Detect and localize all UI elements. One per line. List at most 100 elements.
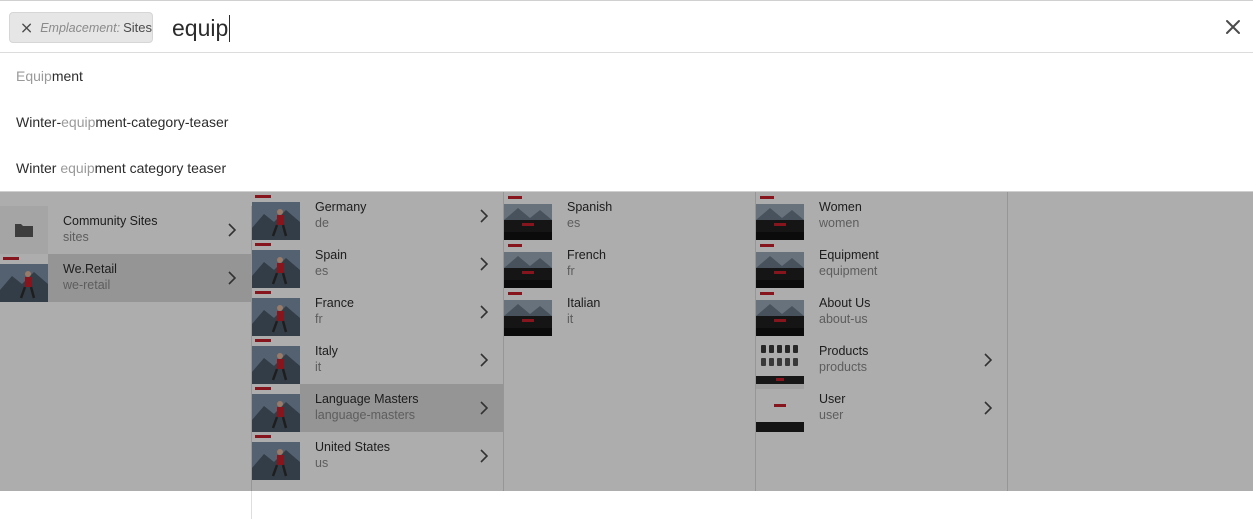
- item-name: es: [315, 264, 329, 278]
- item-name: sites: [63, 230, 89, 244]
- location-filter-tag[interactable]: Emplacement: Sites: [9, 12, 153, 43]
- page-thumbnail: [252, 192, 300, 240]
- column-item-user[interactable]: User user: [756, 384, 1007, 432]
- page-thumbnail: [504, 288, 552, 336]
- item-title: Equipment: [819, 248, 879, 262]
- item-name: it: [567, 312, 574, 326]
- page-thumbnail: [756, 240, 804, 288]
- chevron-right-icon[interactable]: [228, 271, 236, 285]
- close-search-icon[interactable]: [1225, 19, 1241, 35]
- column-item-sites[interactable]: Community Sites sites: [0, 206, 251, 254]
- page-thumbnail: [756, 336, 804, 384]
- column-language-masters: Spanish es French fr Italian it: [504, 178, 756, 491]
- remove-tag-icon[interactable]: [21, 22, 32, 34]
- column-empty: [1008, 178, 1253, 491]
- suggestion-rest: ment-category-teaser: [95, 114, 229, 130]
- item-title: We.Retail: [63, 262, 117, 276]
- item-name: women: [819, 216, 860, 230]
- page-thumbnail: [0, 254, 48, 302]
- item-name: equipment: [819, 264, 878, 278]
- item-name: fr: [567, 264, 575, 278]
- item-name: de: [315, 216, 329, 230]
- chevron-right-icon[interactable]: [984, 401, 992, 415]
- item-title: Italy: [315, 344, 338, 358]
- item-title: Italian: [567, 296, 601, 310]
- column-item-us[interactable]: United States us: [252, 432, 503, 480]
- item-name: us: [315, 456, 329, 470]
- page-thumbnail: [252, 384, 300, 432]
- page-thumbnail: [252, 240, 300, 288]
- column-item-fr[interactable]: France fr: [252, 288, 503, 336]
- chevron-right-icon[interactable]: [480, 353, 488, 367]
- column-item-equipment[interactable]: Equipment equipment: [756, 240, 1007, 288]
- suggestion-item[interactable]: Winter-equipment-category-teaser: [0, 99, 1253, 145]
- filter-tag-key: Emplacement:: [40, 20, 121, 35]
- suggestions-list: Equipment Winter-equipment-category-teas…: [0, 53, 1253, 192]
- item-title: France: [315, 296, 354, 310]
- item-name: language-masters: [315, 408, 416, 422]
- item-title: Language Masters: [315, 392, 419, 406]
- page-thumbnail: [504, 240, 552, 288]
- chevron-right-icon[interactable]: [984, 353, 992, 367]
- item-title: About Us: [819, 296, 871, 310]
- item-title: Products: [819, 344, 869, 358]
- search-query-text: equip: [172, 15, 229, 41]
- suggestion-prefix: Winter: [16, 160, 61, 176]
- column-we-retail: Germany de Spain es France fr Italy it Language …: [252, 178, 504, 491]
- item-name: about-us: [819, 312, 868, 326]
- page-thumbnail: [756, 192, 804, 240]
- suggestion-rest: ment category teaser: [94, 160, 227, 176]
- page-thumbnail: [504, 192, 552, 240]
- suggestion-item[interactable]: Equipment: [0, 53, 1253, 99]
- chevron-right-icon[interactable]: [480, 449, 488, 463]
- item-title: Spanish: [567, 200, 613, 214]
- chevron-right-icon[interactable]: [480, 305, 488, 319]
- column-item-language-masters[interactable]: Language Masters language-masters: [252, 384, 503, 432]
- suggestion-match: Equip: [16, 68, 52, 84]
- chevron-right-icon[interactable]: [228, 223, 236, 237]
- item-title: User: [819, 392, 846, 406]
- page-thumbnail: [252, 288, 300, 336]
- item-title: Spain: [315, 248, 347, 262]
- page-thumbnail: [252, 432, 300, 480]
- item-name: products: [819, 360, 867, 374]
- item-title: French: [567, 248, 606, 262]
- item-title: United States: [315, 440, 391, 454]
- column-item-about-us[interactable]: About Us about-us: [756, 288, 1007, 336]
- item-name: fr: [315, 312, 323, 326]
- suggestion-match: equip: [61, 114, 96, 130]
- column-item-fr[interactable]: French fr: [504, 240, 755, 288]
- suggestion-match: equip: [60, 160, 95, 176]
- chevron-right-icon[interactable]: [480, 257, 488, 271]
- column-item-de[interactable]: Germany de: [252, 192, 503, 240]
- text-caret: [229, 15, 231, 42]
- item-title: Germany: [315, 200, 367, 214]
- column-item-it[interactable]: Italian it: [504, 288, 755, 336]
- column-view: Community Sites sites We.Retail we-retail G…: [0, 178, 1253, 519]
- column-item-es[interactable]: Spanish es: [504, 192, 755, 240]
- search-input[interactable]: equip: [172, 14, 231, 42]
- column-item-es[interactable]: Spain es: [252, 240, 503, 288]
- item-title: Community Sites: [63, 214, 158, 228]
- column-root: Community Sites sites We.Retail we-retail: [0, 206, 252, 519]
- item-title: Women: [819, 200, 862, 214]
- chevron-right-icon[interactable]: [480, 401, 488, 415]
- page-thumbnail: [756, 288, 804, 336]
- page-thumbnail: [252, 336, 300, 384]
- column-language-master-children: Women women Equipment equipment About Us abou…: [756, 178, 1008, 491]
- column-item-we-retail[interactable]: We.Retail we-retail: [0, 254, 251, 302]
- suggestion-item[interactable]: Winter equipment category teaser: [0, 145, 1253, 191]
- filter-tag-value: Sites: [123, 20, 152, 35]
- column-item-products[interactable]: Products products: [756, 336, 1007, 384]
- item-name: es: [567, 216, 581, 230]
- suggestion-prefix: Winter-: [16, 114, 62, 130]
- suggestion-rest: ment: [51, 68, 83, 84]
- search-bar: Emplacement: Sites equip: [0, 0, 1253, 53]
- column-item-it[interactable]: Italy it: [252, 336, 503, 384]
- page-thumbnail: [756, 384, 804, 432]
- item-name: it: [315, 360, 322, 374]
- column-item-women[interactable]: Women women: [756, 192, 1007, 240]
- folder-icon: [0, 206, 48, 254]
- item-name: user: [819, 408, 844, 422]
- chevron-right-icon[interactable]: [480, 209, 488, 223]
